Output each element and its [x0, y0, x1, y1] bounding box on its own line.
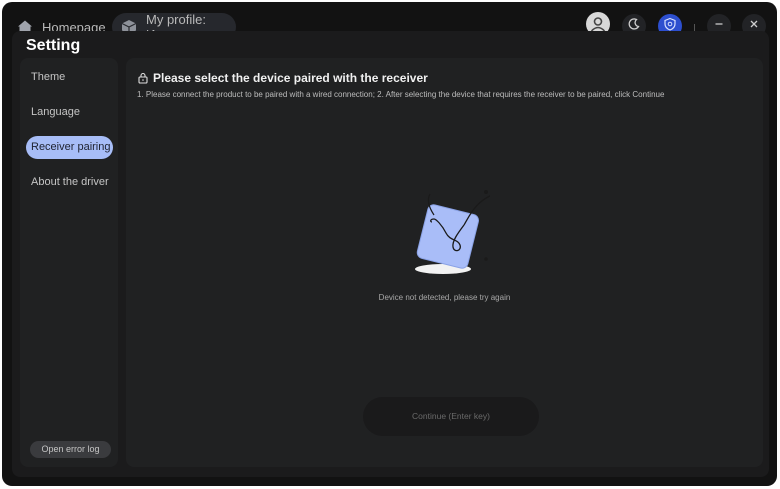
settings-dialog: Setting Theme Language Receiver pairing …: [12, 31, 769, 477]
lock-icon: [137, 72, 149, 84]
title-bar: Homepage My profile: Игры: [2, 2, 777, 42]
sidebar-item-receiver-pairing[interactable]: Receiver pairing: [26, 136, 113, 159]
open-error-log-button[interactable]: Open error log: [30, 441, 111, 458]
device-status-text: Device not detected, please try again: [378, 293, 511, 302]
no-device-illustration: [410, 189, 501, 275]
continue-button[interactable]: Continue (Enter key): [363, 397, 539, 436]
receiver-pairing-panel: Please select the device paired with the…: [126, 58, 763, 467]
pairing-instructions: 1. Please connect the product to be pair…: [137, 90, 665, 99]
dialog-title: Setting: [26, 37, 81, 54]
settings-sidebar: Theme Language Receiver pairing About th…: [20, 58, 118, 467]
sidebar-item-about-driver[interactable]: About the driver: [26, 171, 113, 194]
sidebar-item-language[interactable]: Language: [26, 101, 113, 124]
pairing-heading: Please select the device paired with the…: [137, 71, 428, 85]
sidebar-item-theme[interactable]: Theme: [26, 66, 113, 89]
app-window: Homepage My profile: Игры: [2, 2, 777, 486]
pairing-heading-text: Please select the device paired with the…: [153, 71, 428, 85]
